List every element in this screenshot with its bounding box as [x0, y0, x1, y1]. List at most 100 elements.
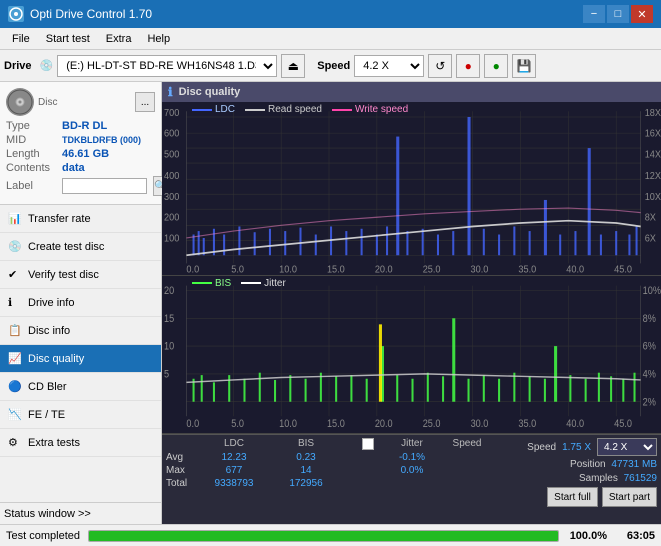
eject-button[interactable]: ⏏: [281, 54, 305, 78]
max-ldc: 677: [198, 465, 270, 476]
svg-text:16X: 16X: [645, 128, 661, 140]
sidebar-item-disc-info[interactable]: 📋 Disc info: [0, 317, 161, 345]
disc-quality-header-icon: ℹ: [168, 85, 173, 99]
menu-start-test[interactable]: Start test: [38, 31, 98, 47]
svg-text:500: 500: [164, 149, 180, 161]
sidebar-item-transfer-rate[interactable]: 📊 Transfer rate: [0, 205, 161, 233]
drive-select[interactable]: (E:) HL-DT-ST BD-RE WH16NS48 1.D3: [57, 55, 277, 77]
fe-te-icon: 📉: [8, 408, 22, 422]
sidebar-item-disc-quality[interactable]: 📈 Disc quality: [0, 345, 161, 373]
save-button[interactable]: 💾: [512, 54, 536, 78]
sidebar-item-drive-info[interactable]: ℹ Drive info: [0, 289, 161, 317]
create-disc-icon: 💿: [8, 240, 22, 254]
write-speed-legend-label: Write speed: [355, 104, 408, 115]
max-label: Max: [166, 465, 198, 476]
chart1-svg: 700 600 500 400 300 200 100 18X 16X 14X …: [162, 102, 661, 275]
sidebar-item-fe-te[interactable]: 📉 FE / TE: [0, 401, 161, 429]
svg-text:18X: 18X: [645, 107, 661, 119]
speed-select-control[interactable]: 4.2 X: [597, 438, 657, 456]
disc-quality-header: ℹ Disc quality: [162, 82, 661, 102]
svg-text:6%: 6%: [643, 341, 656, 353]
status-time: 63:05: [615, 530, 655, 542]
jitter-legend-color: [241, 282, 261, 284]
toolbar: Drive 💿 (E:) HL-DT-ST BD-RE WH16NS48 1.D…: [0, 50, 661, 82]
maximize-button[interactable]: □: [607, 5, 629, 23]
minimize-button[interactable]: −: [583, 5, 605, 23]
svg-text:6X: 6X: [645, 233, 657, 245]
mid-value: TDKBLDRFB (000): [62, 135, 141, 145]
svg-text:40.0: 40.0: [566, 418, 584, 430]
ldc-col-header: LDC: [198, 438, 270, 450]
charts-container: LDC Read speed Write speed 700: [162, 102, 661, 434]
avg-ldc: 12.23: [198, 452, 270, 463]
samples-value: 761529: [624, 473, 657, 484]
svg-text:25.0: 25.0: [423, 264, 441, 275]
sidebar-item-create-test-disc[interactable]: 💿 Create test disc: [0, 233, 161, 261]
svg-text:35.0: 35.0: [518, 418, 536, 430]
total-label: Total: [166, 478, 198, 489]
status-bar: Test completed 100.0% 63:05: [0, 524, 661, 546]
svg-text:15: 15: [164, 313, 175, 325]
jitter-legend-label: Jitter: [264, 278, 286, 289]
svg-text:12X: 12X: [645, 171, 661, 183]
svg-text:10: 10: [164, 341, 175, 353]
svg-text:45.0: 45.0: [614, 264, 632, 275]
speed-select[interactable]: 4.2 X: [354, 55, 424, 77]
svg-text:30.0: 30.0: [471, 264, 489, 275]
start-full-button[interactable]: Start full: [547, 487, 598, 507]
svg-text:20.0: 20.0: [375, 418, 393, 430]
svg-text:300: 300: [164, 191, 180, 203]
avg-bis: 0.23: [270, 452, 342, 463]
svg-text:45.0: 45.0: [614, 418, 632, 430]
disc-info-icon: 📋: [8, 324, 22, 338]
bis-legend-color: [192, 282, 212, 284]
svg-text:20: 20: [164, 285, 175, 297]
sidebar-item-cd-bler[interactable]: 🔵 CD Bler: [0, 373, 161, 401]
menubar: File Start test Extra Help: [0, 28, 661, 50]
length-label: Length: [6, 148, 58, 160]
svg-text:30.0: 30.0: [471, 418, 489, 430]
svg-text:100: 100: [164, 233, 180, 245]
app-title: Opti Drive Control 1.70: [30, 7, 583, 21]
disc-icon: [6, 88, 34, 116]
extra-tests-icon: ⚙: [8, 436, 22, 450]
read-speed-legend-color: [245, 109, 265, 111]
disc-button[interactable]: ●: [484, 54, 508, 78]
menu-file[interactable]: File: [4, 31, 38, 47]
refresh-button[interactable]: ↺: [428, 54, 452, 78]
position-label: Position: [570, 459, 606, 470]
svg-text:10.0: 10.0: [279, 264, 297, 275]
close-button[interactable]: ✕: [631, 5, 653, 23]
svg-text:10X: 10X: [645, 191, 661, 203]
drive-label: Drive: [4, 60, 32, 72]
svg-text:700: 700: [164, 107, 180, 119]
speed-display-label: Speed: [527, 442, 556, 453]
menu-help[interactable]: Help: [139, 31, 178, 47]
right-controls-panel: Speed 1.75 X 4.2 X Position 47731 MB: [527, 438, 657, 507]
progress-bar-fill: [89, 531, 558, 541]
status-text: Test completed: [6, 530, 80, 542]
svg-text:0.0: 0.0: [186, 418, 199, 430]
menu-extra[interactable]: Extra: [98, 31, 140, 47]
titlebar: Opti Drive Control 1.70 − □ ✕: [0, 0, 661, 28]
svg-text:15.0: 15.0: [327, 418, 345, 430]
window-controls: − □ ✕: [583, 5, 653, 23]
start-part-button[interactable]: Start part: [602, 487, 657, 507]
sidebar-item-verify-test-disc[interactable]: ✔ Verify test disc: [0, 261, 161, 289]
stats-row: LDC BIS Jitter Speed Avg 12.23 0.23: [162, 434, 661, 524]
sidebar: Disc ... Type BD-R DL MID TDKBLDRFB (000…: [0, 82, 162, 524]
jitter-checkbox[interactable]: [362, 438, 374, 450]
max-bis: 14: [270, 465, 342, 476]
jitter-col-header: Jitter: [382, 438, 442, 450]
status-window-link[interactable]: Status window >>: [0, 502, 161, 524]
type-label: Type: [6, 120, 58, 132]
settings-button[interactable]: ●: [456, 54, 480, 78]
sidebar-item-extra-tests[interactable]: ⚙ Extra tests: [0, 429, 161, 457]
speed-label: Speed: [317, 60, 350, 72]
ldc-legend-color: [192, 109, 212, 111]
stats-table: LDC BIS Jitter Speed Avg 12.23 0.23: [166, 438, 523, 489]
total-ldc: 9338793: [198, 478, 270, 489]
disc-browse-button[interactable]: ...: [135, 92, 155, 112]
svg-text:14X: 14X: [645, 149, 661, 161]
disc-label-input[interactable]: [62, 178, 147, 194]
